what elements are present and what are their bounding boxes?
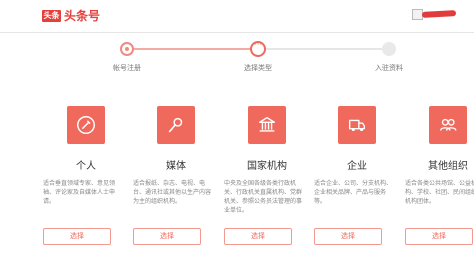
step-label-profile: 入驻资料 [375, 64, 403, 72]
card-description: 适合报纸、杂志、电视、电台、通讯社或其他以生产内容为主的组织机构。 [133, 180, 212, 205]
select-personal-button[interactable]: 选择 [43, 228, 111, 245]
card-icon-box [67, 106, 105, 144]
delivery-truck-icon [348, 119, 366, 132]
progress-line-pending [258, 48, 389, 50]
select-media-button[interactable]: 选择 [133, 228, 201, 245]
card-enterprise: 企业 适合企业、公司、分支机构、企业相关品牌、产品与服务等。 选择 [314, 106, 392, 252]
card-icon-box [338, 106, 376, 144]
card-title: 媒体 [166, 161, 186, 172]
card-government: 国家机构 中央及全国各级各类行政机关、行政机关直属机构、党群机关、参照公务员法管… [224, 106, 302, 252]
card-icon-box [157, 106, 195, 144]
select-government-button[interactable]: 选择 [224, 228, 292, 245]
card-description: 适合企业、公司、分支机构、企业相关品牌、产品与服务等。 [314, 180, 393, 205]
microphone-icon [168, 117, 183, 133]
card-media: 媒体 适合报纸、杂志、电视、电台、通讯社或其他以生产内容为主的组织机构。 选择 [133, 106, 211, 252]
card-description: 适合各类公共场馆、公益机构、学校、社团、民间组织等机构团体。 [405, 180, 474, 205]
redacted-username [421, 10, 457, 18]
card-title: 个人 [76, 161, 96, 172]
card-description: 中央及全国各级各类行政机关、行政机关直属机构、党群机关、参照公务员法管理的事业单… [224, 180, 303, 214]
select-enterprise-button[interactable]: 选择 [314, 228, 382, 245]
step-1-node [120, 42, 134, 56]
progress-line-completed [127, 48, 258, 50]
logo-badge[interactable]: 头条 [42, 10, 61, 22]
card-description: 适合垂直领域专家、意见领袖、评论家及自媒体人士申请。 [43, 180, 116, 205]
pencil-icon [77, 116, 95, 134]
card-title: 国家机构 [247, 161, 287, 172]
step-label-select-type: 选择类型 [244, 64, 272, 72]
group-users-icon [439, 118, 457, 131]
card-title: 其他组织 [428, 161, 468, 172]
card-icon-box [429, 106, 467, 144]
top-header: 头条 头条号 [0, 0, 474, 33]
card-title: 企业 [347, 161, 367, 172]
government-building-icon [258, 116, 276, 132]
card-personal: 个人 适合垂直领域专家、意见领袖、评论家及自媒体人士申请。 选择 [43, 106, 117, 252]
card-other-organization: 其他组织 适合各类公共场馆、公益机构、学校、社团、民间组织等机构团体。 选择 [405, 106, 474, 252]
step-2-node [250, 40, 266, 57]
step-label-register: 帐号注册 [113, 64, 141, 72]
page: 头条 头条号 帐号注册 选择类型 入驻资料 个人 适合垂直领域专家、意见领袖、评… [0, 0, 474, 256]
select-other-organization-button[interactable]: 选择 [405, 228, 473, 245]
progress-steps: 帐号注册 选择类型 入驻资料 [0, 36, 474, 78]
logo-text[interactable]: 头条号 [64, 8, 100, 24]
step-3-node [382, 42, 396, 56]
card-icon-box [248, 106, 286, 144]
